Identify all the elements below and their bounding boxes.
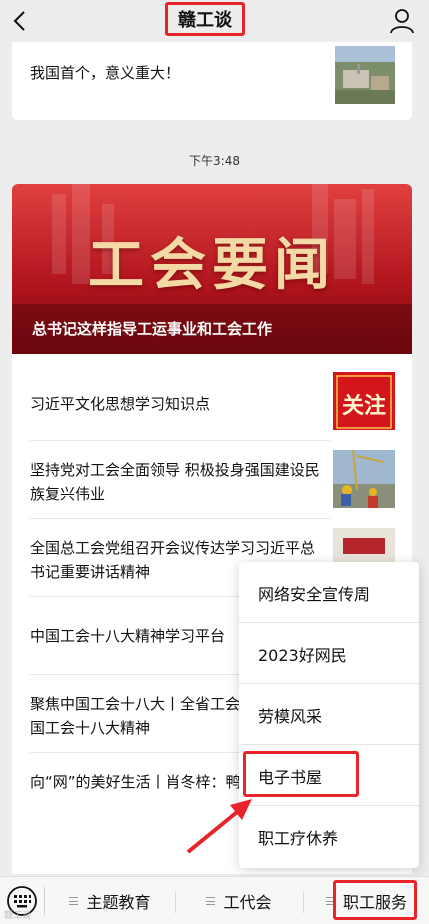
page-title: 赣工谈 — [165, 2, 245, 36]
menu-item-worker-recuperation[interactable]: 职工疗休养 — [239, 806, 419, 867]
bottom-menu-bar: 主题教育 工代会 职工服务 赣工谈 — [0, 876, 429, 924]
highlight-box — [333, 880, 417, 920]
divider — [30, 440, 330, 441]
menu-icon — [206, 897, 216, 905]
top-bar: 赣工谈 — [0, 0, 429, 42]
watermark: 赣工谈 — [4, 911, 32, 921]
divider — [30, 518, 330, 519]
list-item-title: 坚持党对工会全面领导 积极投身强国建设民族复兴伟业 — [30, 461, 320, 503]
chevron-left-icon — [13, 11, 25, 31]
menu-item-good-netizen-2023[interactable]: 2023好网民 — [239, 623, 419, 684]
thumbnail-label: 关注 — [341, 393, 386, 419]
message-timestamp: 下午3:48 — [189, 154, 240, 168]
divider — [44, 887, 45, 915]
service-popup-menu: 网络安全宣传周 2023好网民 劳模风采 电子书屋 职工疗休养 — [239, 562, 419, 868]
previous-article-card[interactable]: 我国首个，意义重大！ — [12, 42, 412, 120]
menu-icon — [69, 897, 79, 905]
tab-label: 主题教育 — [86, 893, 151, 912]
tab-theme-education[interactable]: 主题教育 — [46, 877, 174, 924]
highlight-box — [243, 751, 359, 797]
previous-article-title: 我国首个，意义重大！ — [30, 64, 181, 82]
banner-headline: 总书记这样指导工运事业和工会工作 — [32, 320, 273, 338]
article-banner[interactable]: 工会要闻 总书记这样指导工运事业和工会工作 — [12, 184, 412, 354]
profile-button[interactable] — [387, 6, 417, 36]
list-item[interactable]: 坚持党对工会全面领导 积极投身强国建设民族复兴伟业 — [12, 440, 412, 514]
menu-item-label: 网络安全宣传周 — [258, 584, 371, 604]
menu-item-network-security-week[interactable]: 网络安全宣传周 — [239, 562, 419, 623]
back-button[interactable] — [6, 6, 36, 36]
tab-label: 工代会 — [223, 893, 272, 912]
menu-item-label: 2023好网民 — [258, 645, 347, 665]
tab-workers-congress[interactable]: 工代会 — [176, 877, 302, 924]
list-item-thumbnail — [333, 450, 395, 508]
banner-title: 工会要闻 — [88, 232, 336, 298]
menu-item-label: 职工疗休养 — [258, 828, 339, 848]
menu-item-label: 劳模风采 — [258, 706, 323, 726]
menu-item-model-workers[interactable]: 劳模风采 — [239, 684, 419, 745]
list-item-title: 习近平文化思想学习知识点 — [30, 395, 211, 413]
list-item-thumbnail: 关注 — [333, 372, 395, 430]
previous-article-thumbnail — [335, 46, 395, 104]
person-icon — [390, 9, 414, 34]
list-item[interactable]: 习近平文化思想学习知识点 关注 — [12, 366, 412, 440]
red-arrow-icon — [186, 799, 252, 854]
